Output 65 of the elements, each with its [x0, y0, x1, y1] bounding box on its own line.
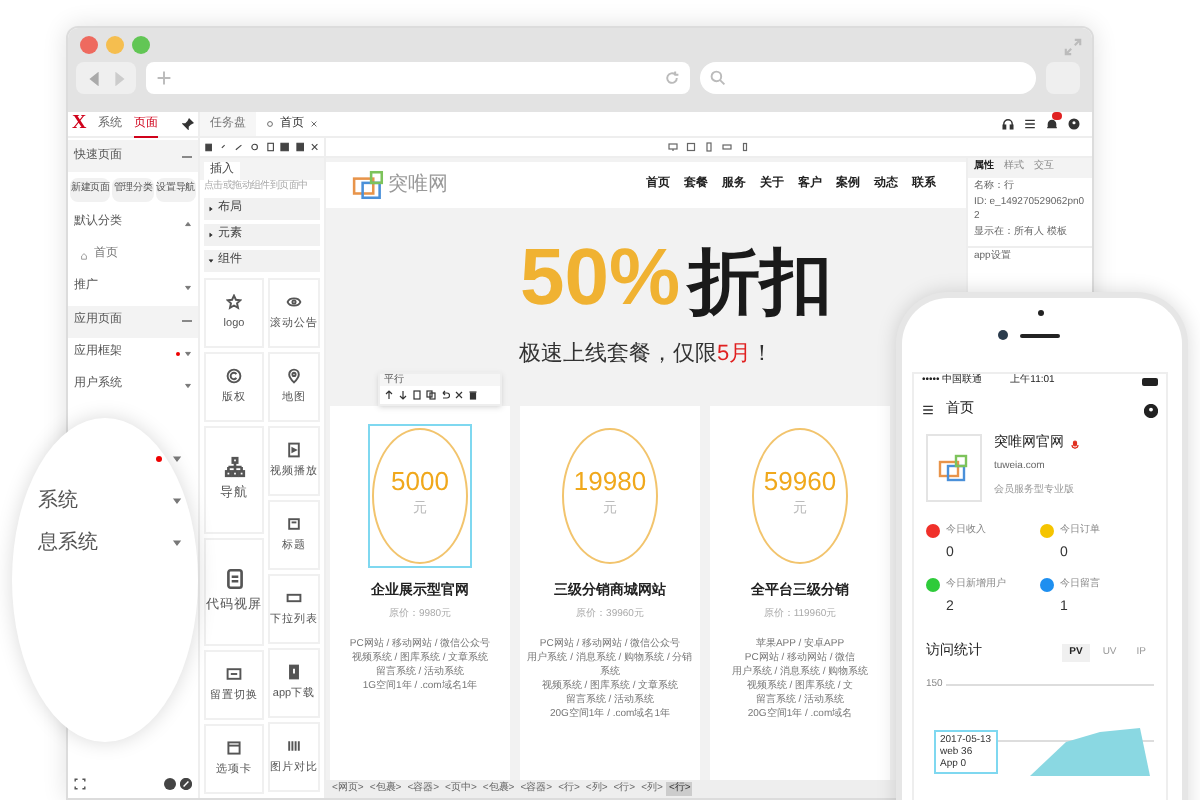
battery-icon: [1142, 378, 1158, 386]
caret-down-icon[interactable]: [208, 258, 214, 264]
hero-discount: 50%: [519, 238, 681, 318]
fullscreen-icon[interactable]: [74, 778, 86, 790]
bar-icon: [286, 589, 302, 606]
document-icon: [223, 568, 245, 591]
lock-icon[interactable]: [204, 142, 214, 152]
page-icon[interactable]: [412, 389, 422, 399]
landscape-phone-icon[interactable]: [722, 142, 732, 152]
map-pin-icon: [286, 367, 302, 384]
logo-icon: [938, 454, 970, 482]
trash-icon[interactable]: [468, 389, 478, 399]
cut-icon[interactable]: [454, 389, 464, 399]
headphones-icon[interactable]: [1002, 118, 1014, 130]
phone-download-icon: [286, 663, 302, 680]
close-icon[interactable]: [310, 142, 320, 152]
user-icon[interactable]: [1068, 118, 1080, 130]
notification-badge: [1052, 112, 1062, 120]
square-icon[interactable]: [295, 142, 305, 152]
settings-icon[interactable]: [164, 778, 176, 790]
user-icon[interactable]: [1144, 403, 1158, 417]
arrow-up-icon[interactable]: [384, 389, 394, 399]
search-field[interactable]: [700, 62, 1036, 94]
eye-icon: [286, 293, 302, 310]
caret-up-icon[interactable]: [184, 219, 192, 227]
menu-icon[interactable]: [1024, 118, 1036, 130]
copy-icon[interactable]: [426, 389, 436, 399]
circle-icon[interactable]: [249, 142, 259, 152]
group-label[interactable]: 息系统: [38, 527, 162, 557]
logo-icon: [352, 170, 386, 200]
line-icon[interactable]: [219, 142, 229, 152]
sitemap-icon: [223, 456, 245, 479]
site-logo-text: 突唯网: [388, 171, 448, 200]
tab-window-icon: [226, 739, 242, 756]
undo-icon[interactable]: [440, 389, 450, 399]
microphone-icon[interactable]: [1070, 439, 1080, 450]
copyright-icon: [226, 367, 242, 384]
page-icon[interactable]: [265, 142, 275, 152]
bell-icon[interactable]: [1046, 118, 1058, 130]
pin-icon[interactable]: [182, 118, 194, 130]
arrow-down-icon[interactable]: [398, 389, 408, 399]
search-icon: [710, 70, 726, 86]
square-icon: [286, 515, 302, 532]
hero-title: 折扣: [688, 246, 833, 318]
group-label[interactable]: 系统: [38, 485, 162, 515]
small-phone-icon[interactable]: [740, 142, 750, 152]
desktop-icon[interactable]: [668, 142, 678, 152]
price: 19980: [573, 468, 647, 495]
star-icon: [226, 293, 242, 310]
video-file-icon: [286, 441, 302, 458]
edit-icon[interactable]: [180, 778, 192, 790]
hero-subtitle: 极速上线套餐，仅限5月！: [516, 340, 776, 370]
price: 5000: [391, 468, 449, 495]
area-chart-drawing: [1030, 727, 1150, 775]
phone-icon[interactable]: [704, 142, 714, 152]
menu-icon[interactable]: [922, 404, 934, 416]
tablet-icon[interactable]: [686, 142, 696, 152]
slash-icon[interactable]: [234, 142, 244, 152]
app-logo: X: [72, 114, 87, 134]
window-icon: [226, 665, 242, 682]
columns-icon: [286, 737, 302, 754]
close-icon[interactable]: [310, 120, 318, 128]
price: 59960: [763, 468, 837, 495]
home-icon: [80, 251, 88, 259]
square-icon[interactable]: [280, 142, 290, 152]
